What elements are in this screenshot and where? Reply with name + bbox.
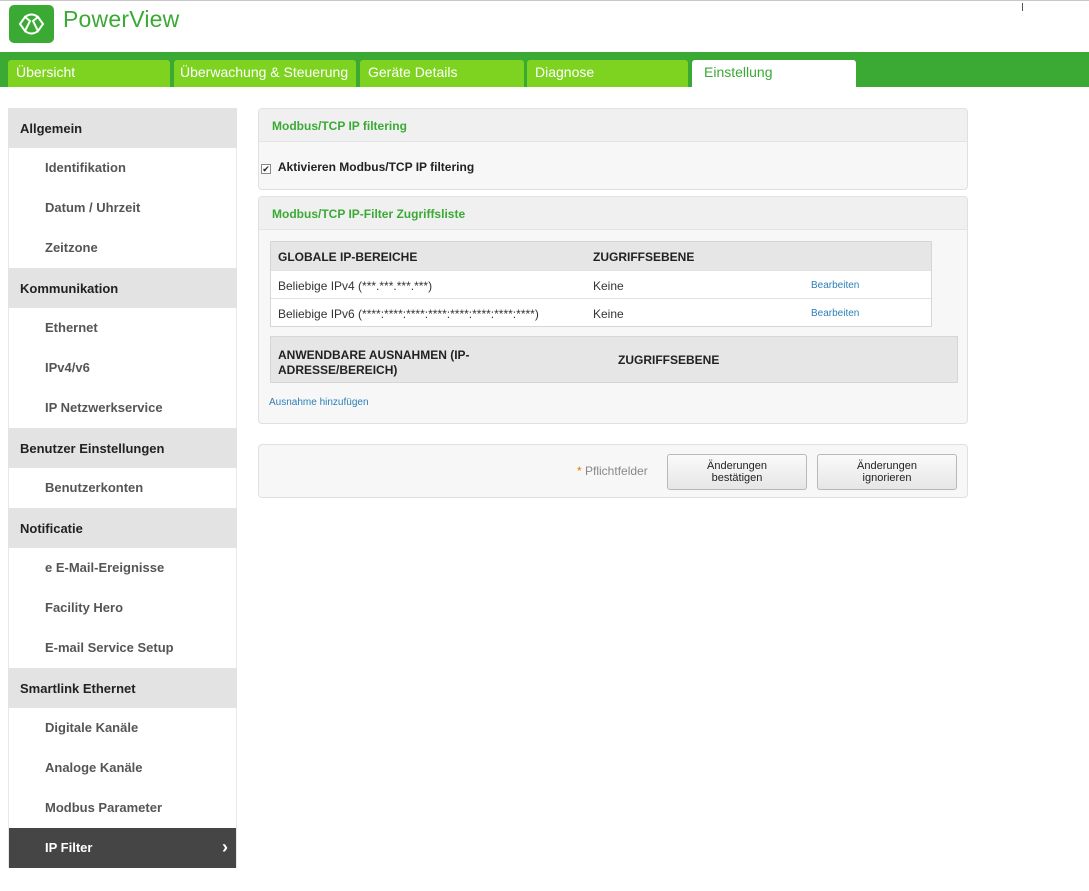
table-row: Beliebige IPv4 (***.***.***.***) Keine B… (271, 270, 931, 298)
button-label-line2: bestätigen (711, 472, 763, 484)
sidebar-item-benutzerkonten[interactable]: Benutzerkonten (8, 468, 237, 508)
sidebar-item-modbus-parameter[interactable]: Modbus Parameter (8, 788, 237, 828)
global-ip-table: GLOBALE IP-BEREICHE ZUGRIFFSEBENE Belieb… (270, 241, 932, 327)
table-header: GLOBALE IP-BEREICHE ZUGRIFFSEBENE (271, 242, 931, 270)
button-label-line1: Änderungen (707, 460, 767, 472)
button-label-line1: Änderungen (857, 460, 917, 472)
required-marker: * (577, 464, 582, 478)
column-header-ranges: GLOBALE IP-BEREICHE (278, 250, 418, 264)
tab-geraete-details[interactable]: Geräte Details (360, 60, 524, 87)
sidebar-item-analoge-kanaele[interactable]: Analoge Kanäle (8, 748, 237, 788)
confirm-changes-button[interactable]: Änderungen bestätigen (667, 454, 807, 490)
sidebar-heading-kommunikation: Kommunikation (8, 268, 237, 308)
edit-link[interactable]: Bearbeiten (811, 308, 859, 319)
tab-ueberwachung-steuerung[interactable]: Überwachung & Steuerung (174, 60, 356, 87)
settings-sidebar: Allgemein Identifikation Datum / Uhrzeit… (8, 108, 237, 868)
enable-filtering-row: ✔ Aktivieren Modbus/TCP IP filtering (261, 160, 474, 174)
access-level: Keine (593, 307, 624, 321)
sidebar-heading-benutzer: Benutzer Einstellungen (8, 428, 237, 468)
app-header: PowerView (0, 0, 1089, 52)
sidebar-item-datum-uhrzeit[interactable]: Datum / Uhrzeit (8, 188, 237, 228)
panel-title: Modbus/TCP IP-Filter Zugriffsliste (259, 197, 967, 230)
divider (1022, 3, 1023, 11)
sidebar-item-zeitzone[interactable]: Zeitzone (8, 228, 237, 268)
add-exception-link[interactable]: Ausnahme hinzufügen (269, 397, 369, 408)
sidebar-item-email-service-setup[interactable]: E-mail Service Setup (8, 628, 237, 668)
tab-uebersicht[interactable]: Übersicht (8, 60, 170, 87)
enable-filtering-label: Aktivieren Modbus/TCP IP filtering (277, 160, 475, 174)
access-list-panel: Modbus/TCP IP-Filter Zugriffsliste GLOBA… (258, 196, 968, 424)
sidebar-item-ip-filter[interactable]: IP Filter › (8, 828, 237, 868)
sidebar-item-identifikation[interactable]: Identifikation (8, 148, 237, 188)
button-label-line2: ignorieren (862, 472, 912, 484)
ip-range: Beliebige IPv4 (***.***.***.***) (278, 279, 433, 293)
sidebar-item-ip-netzwerkservice[interactable]: IP Netzwerkservice (8, 388, 237, 428)
sidebar-item-facility-hero[interactable]: Facility Hero (8, 588, 237, 628)
ip-filtering-panel: Modbus/TCP IP filtering ✔ Aktivieren Mod… (258, 108, 968, 190)
tab-einstellung[interactable]: Einstellung (692, 60, 856, 87)
exceptions-table: ANWENDBARE AUSNAHMEN (IP-ADRESSE/BEREICH… (270, 336, 958, 383)
brand-name: PowerView (63, 6, 180, 32)
sidebar-item-digitale-kanaele[interactable]: Digitale Kanäle (8, 708, 237, 748)
action-bar: * Pflichtfelder Änderungen bestätigen Än… (258, 444, 968, 498)
required-label: Pflichtfelder (585, 464, 648, 478)
column-header-access-level: ZUGRIFFSEBENE (593, 250, 695, 264)
sidebar-heading-smartlink: Smartlink Ethernet (8, 668, 237, 708)
top-border (0, 0, 1089, 4)
enable-filtering-checkbox[interactable]: ✔ (261, 164, 271, 174)
sidebar-heading-allgemein: Allgemein (8, 108, 237, 148)
required-fields-note: * Pflichtfelder (577, 464, 648, 478)
sidebar-item-email-ereignisse[interactable]: e E-Mail-Ereignisse (8, 548, 237, 588)
column-header-access-level: ZUGRIFFSEBENE (618, 353, 720, 367)
panel-title: Modbus/TCP IP filtering (259, 109, 967, 142)
chevron-right-icon: › (222, 837, 228, 857)
table-row: Beliebige IPv6 (****:****:****:****:****… (271, 298, 931, 326)
ip-range: Beliebige IPv6 (****:****:****:****:****… (278, 307, 539, 321)
logo-icon (9, 5, 54, 43)
access-level: Keine (593, 279, 624, 293)
sidebar-item-label: IP Filter (45, 840, 93, 855)
main-tab-bar: Übersicht Überwachung & Steuerung Geräte… (0, 52, 1089, 87)
edit-link[interactable]: Bearbeiten (811, 280, 859, 291)
column-header-exceptions: ANWENDBARE AUSNAHMEN (IP-ADRESSE/BEREICH… (278, 348, 470, 377)
sidebar-heading-notificatie: Notificatie (8, 508, 237, 548)
sidebar-item-ethernet[interactable]: Ethernet (8, 308, 237, 348)
sidebar-item-ipv4-v6[interactable]: IPv4/v6 (8, 348, 237, 388)
tab-diagnose[interactable]: Diagnose (527, 60, 688, 87)
ignore-changes-button[interactable]: Änderungen ignorieren (817, 454, 957, 490)
